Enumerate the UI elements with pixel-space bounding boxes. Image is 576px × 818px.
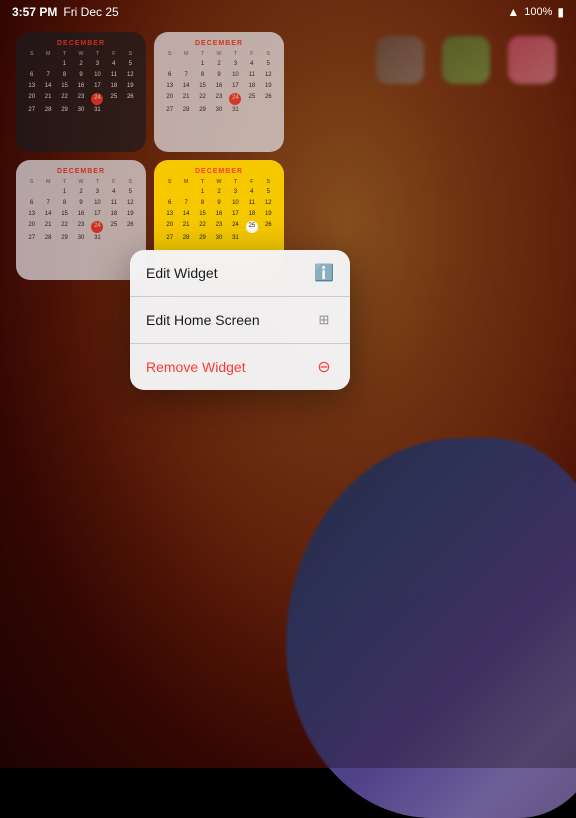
battery-icon: ▮ bbox=[557, 5, 564, 19]
cal-grid-light: S M T W T F S 1 2 3 4 5 6 7 8 9 10 11 12… bbox=[162, 50, 276, 116]
status-icons: ▲ 100% ▮ bbox=[507, 5, 564, 19]
status-bar: 3:57 PM Fri Dec 25 ▲ 100% ▮ bbox=[0, 0, 576, 24]
calendar-widget-light[interactable]: DECEMBER S M T W T F S 1 2 3 4 5 6 7 8 9… bbox=[154, 32, 284, 152]
widgets-container: DECEMBER S M T W T F S 1 2 3 4 5 6 7 8 9… bbox=[16, 32, 284, 280]
cal-month-light: DECEMBER bbox=[162, 40, 276, 47]
cal-month-dark: DECEMBER bbox=[24, 40, 138, 47]
remove-widget-label: Remove Widget bbox=[146, 359, 246, 375]
remove-widget-icon: ⊖ bbox=[314, 357, 334, 377]
edit-home-screen-label: Edit Home Screen bbox=[146, 312, 260, 328]
calendar-widget-light2[interactable]: DECEMBER S M T W T F S 1 2 3 4 5 6 7 8 9… bbox=[16, 160, 146, 280]
context-menu: Edit Widget ℹ️ Edit Home Screen ⊞ Remove… bbox=[130, 250, 350, 390]
cal-grid-yellow: S M T W T F S 1 2 3 4 5 6 7 8 9 10 11 12… bbox=[162, 178, 276, 244]
edit-widget-item[interactable]: Edit Widget ℹ️ bbox=[130, 250, 350, 297]
edit-widget-label: Edit Widget bbox=[146, 265, 218, 281]
edit-widget-icon: ℹ️ bbox=[314, 263, 334, 283]
app-icons-area bbox=[376, 36, 556, 84]
edit-home-screen-item[interactable]: Edit Home Screen ⊞ bbox=[130, 297, 350, 344]
edit-home-screen-icon: ⊞ bbox=[314, 310, 334, 330]
battery-percent: 100% bbox=[524, 6, 552, 18]
app-icon-1 bbox=[376, 36, 424, 84]
cal-grid-light2: S M T W T F S 1 2 3 4 5 6 7 8 9 10 11 12… bbox=[24, 178, 138, 244]
wifi-icon: ▲ bbox=[507, 5, 519, 19]
status-date: Fri Dec 25 bbox=[63, 5, 118, 19]
remove-widget-item[interactable]: Remove Widget ⊖ bbox=[130, 344, 350, 390]
app-icon-3 bbox=[508, 36, 556, 84]
status-time: 3:57 PM bbox=[12, 5, 57, 19]
cal-month-yellow: DECEMBER bbox=[162, 168, 276, 175]
cal-month-light2: DECEMBER bbox=[24, 168, 138, 175]
cal-grid-dark: S M T W T F S 1 2 3 4 5 6 7 8 9 10 11 12… bbox=[24, 50, 138, 116]
app-icon-2 bbox=[442, 36, 490, 84]
calendar-widget-dark[interactable]: DECEMBER S M T W T F S 1 2 3 4 5 6 7 8 9… bbox=[16, 32, 146, 152]
